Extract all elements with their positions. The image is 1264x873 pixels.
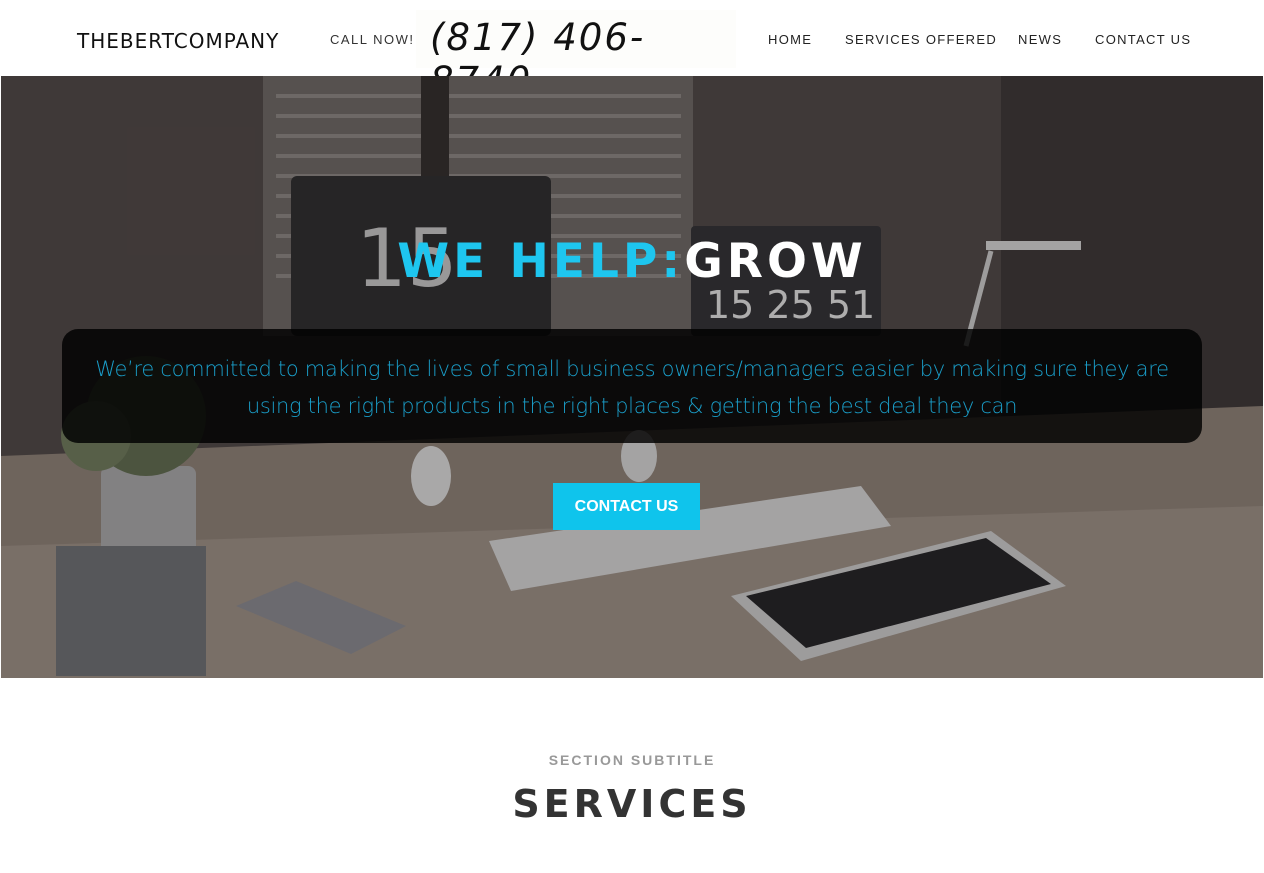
tagline-panel: We’re committed to making the lives of s… <box>62 329 1202 443</box>
nav-item-home[interactable]: HOME <box>768 32 812 47</box>
hero-banner: 15 15 25 51 WE HELP:GROW We’re committed… <box>1 76 1263 678</box>
nav-item-contact-us[interactable]: CONTACT US <box>1095 32 1191 47</box>
site-logo[interactable]: THEBERTCOMPANY <box>77 29 279 53</box>
site-header: THEBERTCOMPANY CALL NOW! (817) 406-8740 … <box>0 0 1264 102</box>
nav-item-services-offered[interactable]: SERVICES OFFERED <box>845 32 997 47</box>
hero-tagline: We’re committed to making the lives of s… <box>95 357 1169 418</box>
nav-item-news[interactable]: NEWS <box>1018 32 1062 47</box>
hero-heading: WE HELP:GROW <box>1 234 1263 289</box>
phone-banner: (817) 406-8740 <box>416 10 736 102</box>
section-subtitle: SECTION SUBTITLE <box>548 752 716 768</box>
call-now-label: CALL NOW! <box>330 32 415 47</box>
hero-heading-rotating-word: GROW <box>684 234 867 289</box>
section-title: SERVICES <box>512 782 752 826</box>
contact-us-button[interactable]: CONTACT US <box>553 483 700 530</box>
hero-heading-accent: WE HELP: <box>397 234 685 289</box>
